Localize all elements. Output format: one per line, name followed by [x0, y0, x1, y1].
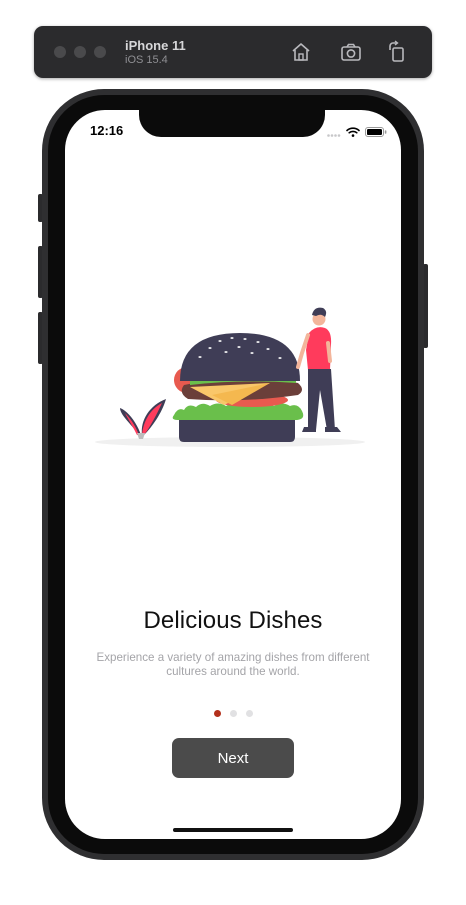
onboarding-subtitle: Experience a variety of amazing dishes f… [96, 651, 370, 678]
app-screen: 12:16 Delicious Dishes Experience a vari… [65, 110, 401, 839]
page-dot-2[interactable] [229, 710, 237, 717]
burger-illustration [95, 307, 365, 447]
screenshot-icon[interactable] [339, 40, 363, 64]
status-time: 12:16 [90, 123, 124, 138]
os-version: iOS 15.4 [125, 54, 168, 66]
simulator-stage: iPhone 11 iOS 15.4 12:16 Delicious Dishe… [0, 0, 466, 905]
page-indicator[interactable] [65, 710, 401, 717]
battery-icon [365, 124, 387, 142]
notch [139, 110, 325, 137]
status-icons [327, 124, 387, 142]
rotate-icon[interactable] [385, 40, 409, 64]
device-name: iPhone 11 [125, 38, 186, 53]
page-dot-1[interactable] [213, 710, 221, 717]
onboarding-title: Delicious Dishes [143, 607, 323, 634]
home-indicator[interactable] [173, 828, 293, 832]
simulator-toolbar: iPhone 11 iOS 15.4 [34, 26, 432, 78]
home-icon[interactable] [289, 40, 313, 64]
wifi-icon [346, 124, 360, 142]
minimize-window-button[interactable] [74, 46, 86, 58]
next-button[interactable]: Next [172, 738, 294, 778]
close-window-button[interactable] [54, 46, 66, 58]
zoom-window-button[interactable] [94, 46, 106, 58]
page-dot-3[interactable] [245, 710, 253, 717]
signal-icon [327, 124, 341, 142]
